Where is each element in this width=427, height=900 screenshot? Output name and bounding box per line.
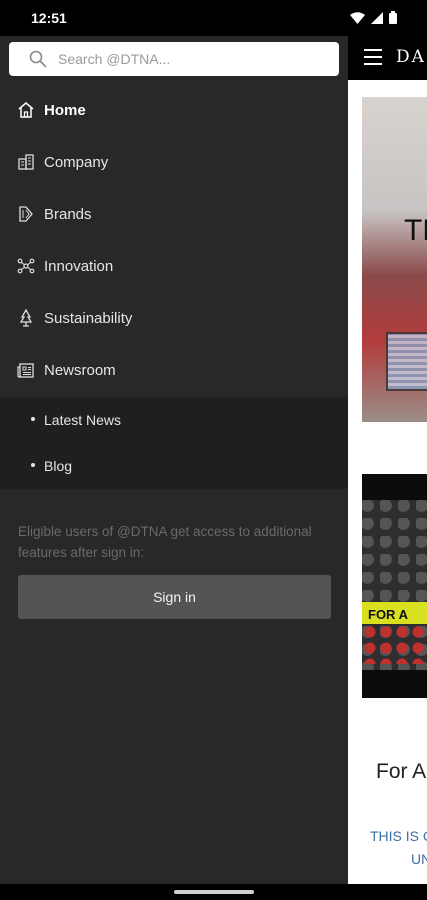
bullet-icon <box>31 417 35 421</box>
tree-icon <box>19 309 33 327</box>
home-icon <box>18 102 34 118</box>
background-page: DA TH FOR A For A THIS IS C UN <box>348 36 427 884</box>
nav-item-label: Newsroom <box>44 361 116 379</box>
hero-text: TH <box>404 214 427 247</box>
nav-item-sustainability[interactable]: Sustainability <box>0 292 348 344</box>
brands-icon <box>19 206 33 222</box>
promo-image[interactable]: FOR A <box>362 474 427 698</box>
nav-item-newsroom[interactable]: Newsroom <box>0 344 348 396</box>
promo-red-dots <box>362 624 427 664</box>
bullet-icon <box>31 463 35 467</box>
sub-item-label: Latest News <box>44 412 122 428</box>
building-icon <box>18 154 34 170</box>
article-subtitle-line2[interactable]: UN <box>411 851 427 867</box>
signin-note: Eligible users of @DTNA get access to ad… <box>18 524 312 560</box>
status-bar: 12:51 <box>0 0 427 36</box>
wifi-icon <box>350 11 365 24</box>
search-input[interactable]: Search @DTNA... <box>9 42 339 76</box>
sub-item-label: Blog <box>44 458 73 474</box>
status-time: 12:51 <box>31 10 67 26</box>
hero-image[interactable] <box>362 97 427 422</box>
article-subtitle-line1[interactable]: THIS IS C <box>370 828 427 844</box>
status-icons <box>350 11 397 24</box>
newspaper-icon <box>17 363 34 378</box>
search-placeholder: Search @DTNA... <box>58 51 171 67</box>
battery-icon <box>389 11 397 24</box>
truck-image-detail <box>386 332 427 391</box>
signal-icon <box>371 11 383 24</box>
navigation-drawer: Search @DTNA... Home Company Brands Inno… <box>0 36 348 884</box>
nav-list: Home Company Brands Innovation Sustainab… <box>0 84 348 396</box>
sub-item-latest-news[interactable]: Latest News <box>0 397 348 443</box>
network-icon <box>17 258 35 274</box>
nav-item-label: Home <box>44 101 86 119</box>
nav-item-home[interactable]: Home <box>0 84 348 136</box>
newsroom-submenu: Latest News Blog <box>0 397 348 489</box>
sub-item-blog[interactable]: Blog <box>0 443 348 489</box>
search-icon <box>29 50 47 68</box>
nav-item-company[interactable]: Company <box>0 136 348 188</box>
nav-item-innovation[interactable]: Innovation <box>0 240 348 292</box>
nav-item-label: Innovation <box>44 257 114 275</box>
promo-text: FOR A <box>368 607 408 622</box>
nav-item-label: Brands <box>44 205 92 223</box>
home-gesture-handle[interactable] <box>174 890 254 894</box>
menu-icon[interactable] <box>364 49 382 65</box>
sign-in-button[interactable]: Sign in <box>18 575 331 619</box>
page-header: DA <box>348 36 427 80</box>
system-navigation-bar <box>0 884 427 900</box>
nav-item-label: Sustainability <box>44 309 133 327</box>
article-title[interactable]: For A <box>376 760 426 784</box>
brand-logo-text: DA <box>396 47 426 67</box>
nav-item-label: Company <box>44 153 109 171</box>
nav-item-brands[interactable]: Brands <box>0 188 348 240</box>
